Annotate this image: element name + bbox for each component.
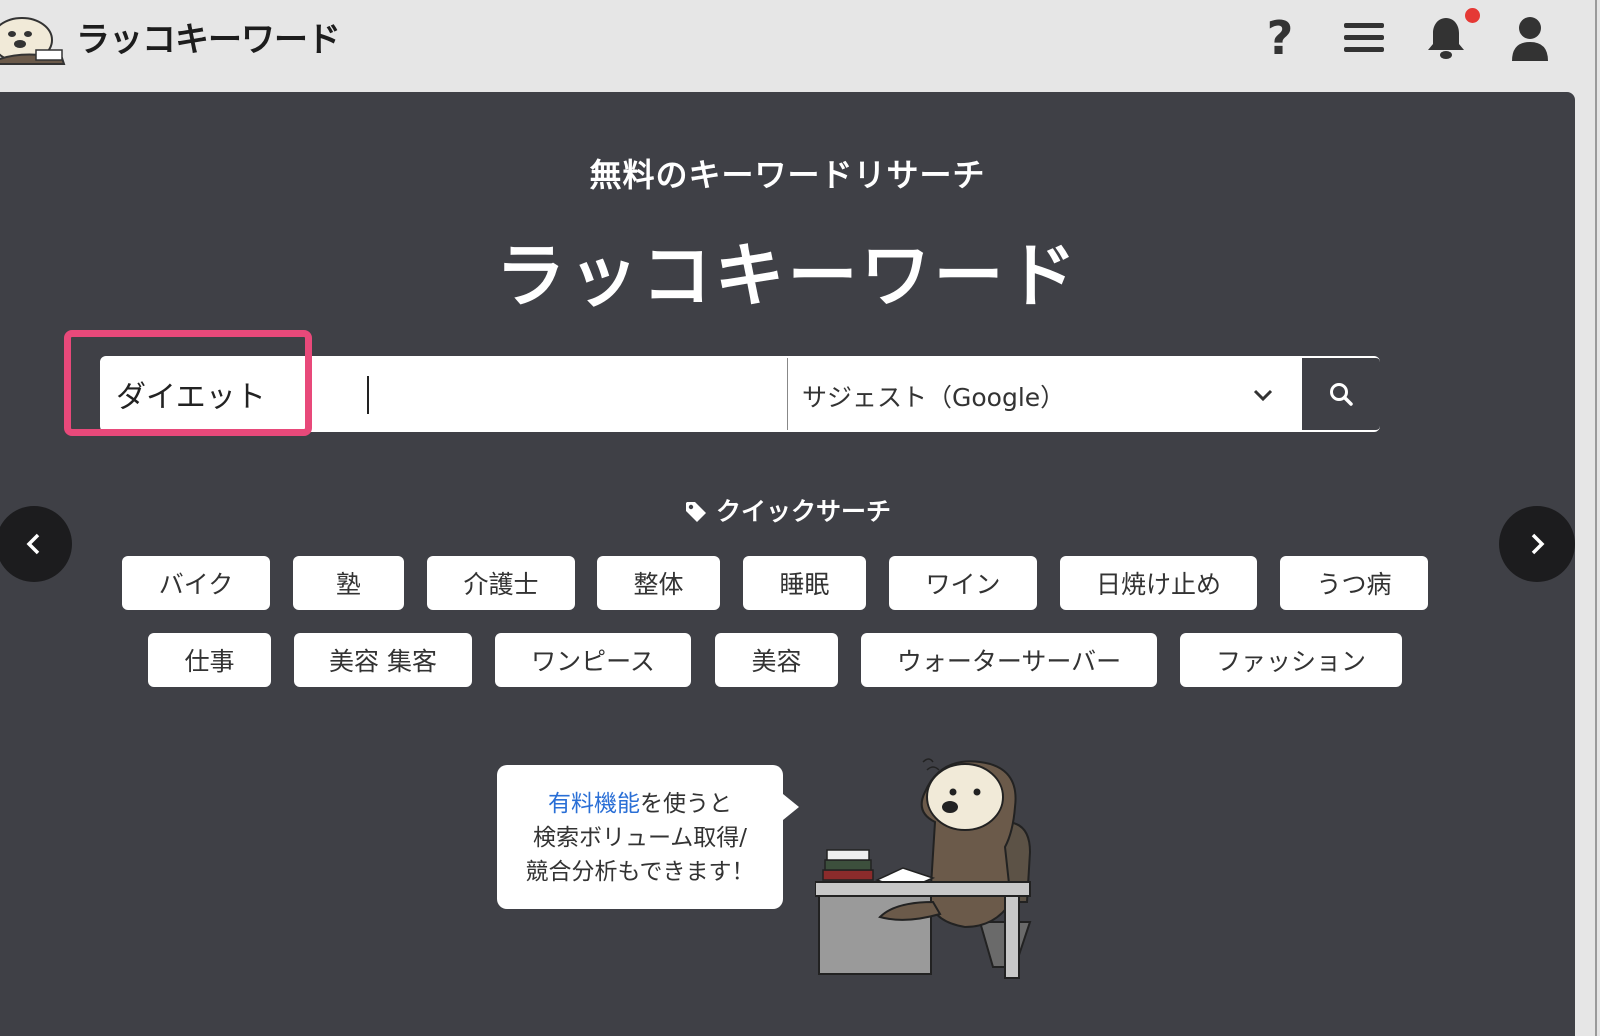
quick-search-title: クイックサーチ bbox=[715, 497, 891, 526]
text-caret bbox=[367, 376, 369, 414]
help-icon: ? bbox=[1266, 11, 1294, 65]
quick-search-chip[interactable]: ファッション bbox=[1180, 633, 1402, 687]
promo-bubble: 有料機能を使うと 検索ボリューム取得/ 競合分析もできます！ bbox=[497, 765, 783, 909]
quick-search-chip[interactable]: うつ病 bbox=[1280, 556, 1428, 610]
search-button[interactable] bbox=[1302, 358, 1380, 430]
scrollbar-track[interactable] bbox=[1595, 0, 1597, 1036]
chevron-right-icon bbox=[1531, 533, 1545, 555]
hero-title: ラッコキーワード bbox=[495, 235, 1080, 317]
top-bar: ラッコキーワード ? bbox=[0, 0, 1600, 92]
quick-search-chip[interactable]: バイク bbox=[122, 556, 270, 610]
promo-line-2: 検索ボリューム取得/ bbox=[532, 825, 748, 851]
bubble-pointer bbox=[783, 794, 799, 820]
quick-search-heading: クイックサーチ bbox=[0, 492, 1575, 528]
quick-search-chip[interactable]: 仕事 bbox=[148, 633, 271, 687]
quick-search-chip[interactable]: ワンピース bbox=[495, 633, 691, 687]
otter-logo-icon[interactable] bbox=[0, 2, 72, 66]
promo-line-1: 有料機能を使うと bbox=[497, 787, 783, 821]
search-mode-select[interactable]: サジェスト（Google） bbox=[788, 358, 1294, 430]
quick-search-chip[interactable]: 塾 bbox=[293, 556, 404, 610]
quick-search-chip[interactable]: 睡眠 bbox=[743, 556, 866, 610]
logo-text[interactable]: ラッコキーワード bbox=[76, 12, 341, 61]
menu-icon bbox=[1344, 23, 1384, 52]
quick-search-chip[interactable]: 美容 bbox=[715, 633, 838, 687]
tag-icon bbox=[685, 502, 706, 522]
help-button[interactable]: ? bbox=[1252, 10, 1308, 66]
user-icon bbox=[1512, 17, 1548, 61]
carousel-prev-button[interactable] bbox=[0, 506, 72, 582]
chevron-left-icon bbox=[26, 533, 40, 555]
quick-search-chip[interactable]: 日焼け止め bbox=[1060, 556, 1257, 610]
chevron-down-icon bbox=[1253, 389, 1273, 402]
input-highlight-box bbox=[64, 330, 312, 436]
notification-dot bbox=[1465, 8, 1480, 23]
bell-icon bbox=[1428, 18, 1464, 59]
account-button[interactable] bbox=[1502, 10, 1558, 66]
quick-search-chip[interactable]: 介護士 bbox=[427, 556, 575, 610]
hero-panel: 無料のキーワードリサーチ ラッコキーワード サジェスト（Google） クイック… bbox=[0, 92, 1575, 1036]
quick-search-chip[interactable]: ワイン bbox=[889, 556, 1037, 610]
promo-line-3: 競合分析もできます！ bbox=[525, 859, 755, 885]
menu-button[interactable] bbox=[1336, 10, 1392, 66]
hero-subtitle: 無料のキーワードリサーチ bbox=[589, 156, 986, 194]
promo-line-1-rest: を使うと bbox=[640, 791, 732, 817]
quick-search-chip[interactable]: 美容 集客 bbox=[294, 633, 472, 687]
quick-search-chip[interactable]: 整体 bbox=[597, 556, 720, 610]
search-mode-value: サジェスト（Google） bbox=[802, 383, 1066, 412]
paid-features-link[interactable]: 有料機能 bbox=[548, 791, 640, 817]
otter-studying-illustration bbox=[815, 758, 1032, 979]
carousel-next-button[interactable] bbox=[1499, 506, 1575, 582]
quick-search-chip[interactable]: ウォーターサーバー bbox=[861, 633, 1157, 687]
search-icon bbox=[1330, 383, 1353, 406]
